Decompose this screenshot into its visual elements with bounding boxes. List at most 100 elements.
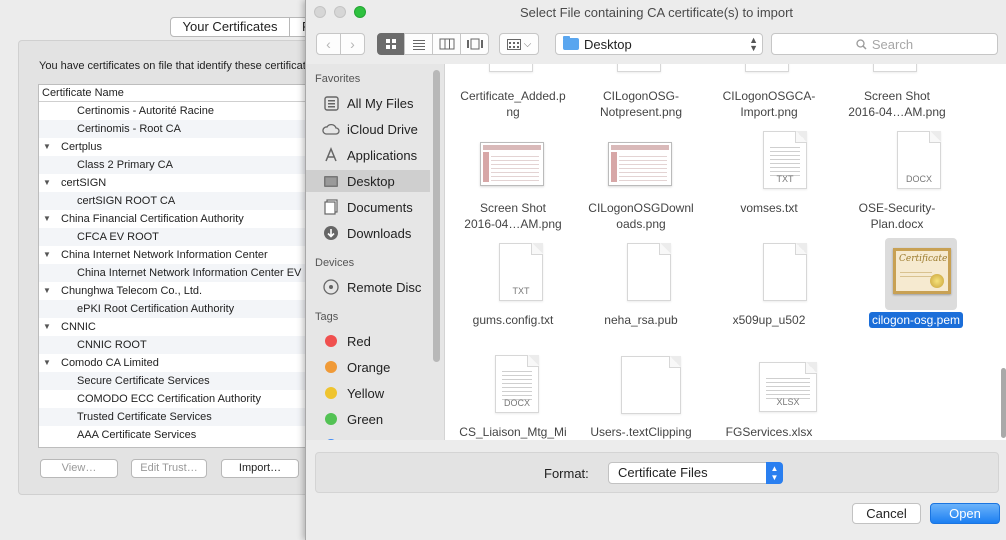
file-item[interactable]: neha_rsa.pub <box>576 312 706 328</box>
search-input[interactable]: Search <box>771 33 998 55</box>
disclosure-triangle-icon[interactable]: ▼ <box>43 174 51 192</box>
file-item[interactable]: gums.config.txt <box>448 312 578 328</box>
certificate-group-row[interactable]: ▼ Comodo CA Limited <box>39 354 317 372</box>
sidebar-item-all-my-files[interactable]: All My Files <box>306 92 430 114</box>
open-button[interactable]: Open <box>930 503 1000 524</box>
certificate-name: Certinomis - Root CA <box>77 123 181 135</box>
disclosure-triangle-icon[interactable]: ▼ <box>43 210 51 228</box>
disclosure-triangle-icon[interactable]: ▼ <box>43 246 51 264</box>
sidebar-item-applications[interactable]: Applications <box>306 144 430 166</box>
certificate-group-row[interactable]: ▼ Chunghwa Telecom Co., Ltd. <box>39 282 317 300</box>
certificate-row[interactable]: AAA Certificate Services <box>39 426 317 444</box>
disclosure-triangle-icon[interactable]: ▼ <box>43 138 51 156</box>
file-item[interactable]: FGServices.xlsx <box>704 424 834 440</box>
certificate-group-row[interactable]: ▼ Certplus <box>39 138 317 156</box>
sidebar-tag-orange[interactable]: Orange <box>306 356 430 378</box>
icon-view-button[interactable] <box>377 33 405 55</box>
import-button[interactable]: Import… <box>221 459 299 478</box>
blue-tag-dot-icon <box>325 439 337 440</box>
updown-arrows-icon: ▲ ▼ <box>766 462 783 484</box>
sidebar-scrollbar[interactable] <box>433 70 440 362</box>
certificate-group-row[interactable]: ▼ CNNIC <box>39 318 317 336</box>
tree-column-header[interactable]: Certificate Name <box>39 85 317 102</box>
certificate-row[interactable]: Trusted Certificate Services <box>39 408 317 426</box>
sidebar-tag-blue-partial[interactable] <box>306 434 430 440</box>
list-view-button[interactable] <box>404 33 433 55</box>
sidebar-item-downloads[interactable]: Downloads <box>306 222 430 244</box>
sidebar-tag-red[interactable]: Red <box>306 330 430 352</box>
certificate-group-row[interactable]: ▼ China Financial Certification Authority <box>39 210 317 228</box>
sidebar-item-label: Applications <box>347 147 418 163</box>
sidebar-item-desktop[interactable]: Desktop <box>306 170 430 192</box>
file-icon <box>873 64 917 72</box>
file-name: Screen Shot <box>863 89 931 103</box>
format-label: Format: <box>544 466 589 481</box>
view-button[interactable]: View… <box>40 459 118 478</box>
file-item[interactable]: vomses.txt <box>704 200 834 216</box>
blank-file-icon <box>763 243 807 301</box>
file-browser[interactable]: Certificate_Added.p ng CILogonOSG- Notpr… <box>444 64 1006 440</box>
file-name: cilogon-osg.pem <box>868 312 964 328</box>
certificate-group-row[interactable]: ▼ China Internet Network Information Cent… <box>39 246 317 264</box>
format-popup[interactable]: Certificate Files ▲ ▼ <box>608 462 783 484</box>
file-name: FGServices.xlsx <box>725 425 813 439</box>
certificate-name: Chunghwa Telecom Co., Ltd. <box>61 285 203 297</box>
certificate-name: Class 2 Primary CA <box>77 159 173 171</box>
cloud-icon <box>322 121 340 137</box>
docx-file-icon: DOCX <box>495 355 539 413</box>
xlsx-file-icon: XLSX <box>759 362 817 412</box>
back-button[interactable]: ‹ <box>316 33 341 55</box>
file-item[interactable]: OSE-Security- Plan.docx <box>832 200 962 232</box>
file-item[interactable]: CS_Liaison_Mtg_Mi <box>448 424 578 440</box>
cover-flow-view-button[interactable] <box>460 33 489 55</box>
certificate-row[interactable]: Certinomis - Root CA <box>39 120 317 138</box>
disc-icon <box>322 279 340 295</box>
file-item[interactable]: Certificate_Added.p ng <box>448 88 578 120</box>
certificate-row[interactable]: certSIGN ROOT CA <box>39 192 317 210</box>
certificate-row[interactable]: COMODO ECC Certification Authority <box>39 390 317 408</box>
file-browser-scrollbar[interactable] <box>1001 368 1006 438</box>
sidebar-tag-green[interactable]: Green <box>306 408 430 430</box>
file-icon <box>617 64 661 72</box>
certificate-row[interactable]: Secure Certificate Services <box>39 372 317 390</box>
sidebar-item-documents[interactable]: Documents <box>306 196 430 218</box>
column-view-button[interactable] <box>432 33 461 55</box>
certificate-row[interactable]: China Internet Network Information Cente… <box>39 264 317 282</box>
file-item-selected[interactable]: cilogon-osg.pem <box>856 310 976 328</box>
file-name: Screen Shot <box>479 201 547 215</box>
sidebar-tag-yellow[interactable]: Yellow <box>306 382 430 404</box>
edit-trust-button[interactable]: Edit Trust… <box>131 459 207 478</box>
file-item[interactable]: CILogonOSGCA- Import.png <box>704 88 834 120</box>
sidebar-item-remote-disc[interactable]: Remote Disc <box>306 276 430 298</box>
file-name: x509up_u502 <box>732 313 806 327</box>
certificate-name: Secure Certificate Services <box>77 375 210 387</box>
file-item[interactable]: Screen Shot 2016-04…AM.png <box>448 200 578 232</box>
tab-your-certificates[interactable]: Your Certificates <box>170 17 290 37</box>
certificate-group-row[interactable]: ▼ certSIGN <box>39 174 317 192</box>
arrange-menu-button[interactable]: ⌵ <box>499 33 539 55</box>
certificate-row[interactable]: Class 2 Primary CA <box>39 156 317 174</box>
certificate-row[interactable]: CNNIC ROOT <box>39 336 317 354</box>
disclosure-triangle-icon[interactable]: ▼ <box>43 318 51 336</box>
certificate-row[interactable]: ePKI Root Certification Authority <box>39 300 317 318</box>
title-bar: Select File containing CA certificate(s)… <box>306 0 1006 26</box>
location-popup[interactable]: Desktop ▲ ▼ <box>555 33 763 55</box>
search-icon <box>856 38 867 50</box>
certificate-row[interactable]: Certinomis - Autorité Racine <box>39 102 317 120</box>
certificate-tree[interactable]: Certificate Name Certinomis - Autorité R… <box>38 84 318 448</box>
sidebar-item-icloud-drive[interactable]: iCloud Drive <box>306 118 430 140</box>
file-item[interactable]: CILogonOSGDownl oads.png <box>576 200 706 232</box>
disclosure-triangle-icon[interactable]: ▼ <box>43 354 51 372</box>
file-item[interactable]: Users-.textClipping <box>576 424 706 440</box>
file-name: CILogonOSGDownl <box>588 201 694 215</box>
forward-button[interactable]: › <box>340 33 365 55</box>
certificate-name: CNNIC <box>61 321 96 333</box>
disclosure-triangle-icon[interactable]: ▼ <box>43 282 51 300</box>
sidebar-item-label: All My Files <box>347 95 414 111</box>
certificate-row[interactable]: CFCA EV ROOT <box>39 228 317 246</box>
file-item[interactable]: x509up_u502 <box>704 312 834 328</box>
file-item[interactable]: Screen Shot 2016-04…AM.png <box>832 88 962 120</box>
file-item[interactable]: CILogonOSG- Notpresent.png <box>576 88 706 120</box>
chevron-down-icon: ⌵ <box>523 38 532 50</box>
cancel-button[interactable]: Cancel <box>852 503 921 524</box>
